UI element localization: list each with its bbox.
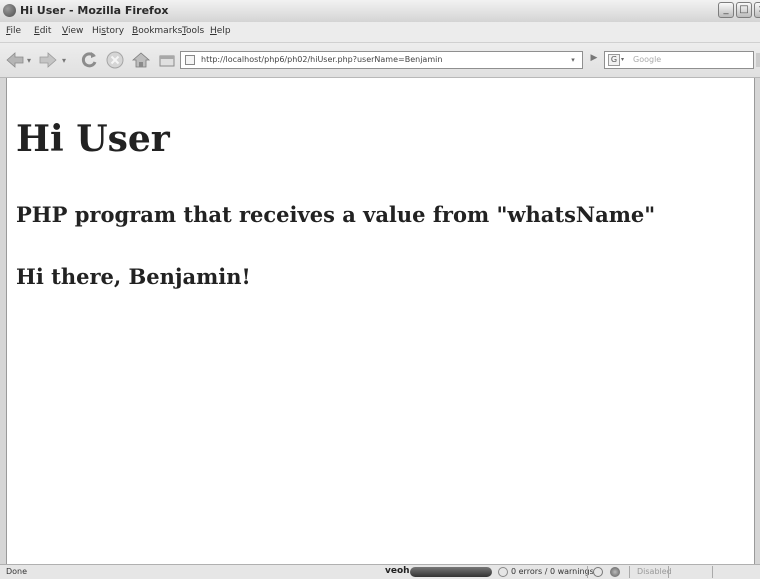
status-separator: [712, 566, 713, 578]
error-console-icon[interactable]: [498, 567, 508, 577]
menu-history[interactable]: History: [92, 26, 124, 36]
minimize-button[interactable]: _: [718, 2, 734, 18]
forward-history-dropdown-icon[interactable]: ▾: [62, 56, 66, 65]
menu-edit[interactable]: Edit: [34, 26, 51, 36]
close-button[interactable]: ×: [754, 2, 760, 18]
reload-button[interactable]: [79, 50, 99, 70]
status-bar: Done veoh 0 errors / 0 warnings Disabled: [0, 564, 760, 579]
menu-file[interactable]: File: [6, 26, 21, 36]
google-engine-icon[interactable]: G: [608, 54, 620, 66]
navigation-toolbar: ▾ ▾ http://localhost/php6/ph02/hiUser.ph…: [0, 43, 760, 78]
window-frame-right: [754, 78, 760, 564]
go-button[interactable]: ▶: [587, 53, 601, 67]
new-tab-icon: [159, 55, 175, 67]
status-separator: [668, 566, 669, 578]
status-addon-icon[interactable]: [593, 567, 603, 577]
veoh-toolbar-widget[interactable]: [410, 567, 492, 577]
forward-button[interactable]: [38, 51, 58, 69]
disabled-status-label[interactable]: Disabled: [637, 567, 672, 576]
menu-help[interactable]: Help: [210, 26, 231, 36]
stop-icon: [106, 51, 124, 69]
page-favicon-icon: [185, 55, 195, 65]
veoh-addon-label[interactable]: veoh: [385, 566, 410, 576]
status-separator: [587, 566, 588, 578]
menu-tools[interactable]: Tools: [182, 26, 204, 36]
home-icon: [131, 52, 151, 68]
title-bar[interactable]: Hi User - Mozilla Firefox _ □ ×: [0, 0, 760, 23]
home-button[interactable]: [131, 50, 151, 70]
url-history-dropdown-icon[interactable]: ▾: [567, 54, 579, 66]
firefox-icon: [3, 4, 16, 17]
reload-icon: [81, 52, 97, 68]
back-arrow-icon: [6, 52, 24, 68]
status-separator: [629, 566, 630, 578]
browser-window: Hi User - Mozilla Firefox _ □ × File Edi…: [0, 0, 760, 579]
menu-bookmarks[interactable]: Bookmarks: [132, 26, 182, 36]
back-button[interactable]: [5, 51, 25, 69]
menu-view[interactable]: View: [62, 26, 83, 36]
greeting-message: Hi there, Benjamin!: [16, 264, 251, 289]
menu-bar: File Edit View History Bookmarks Tools H…: [0, 22, 760, 43]
back-history-dropdown-icon[interactable]: ▾: [27, 56, 31, 65]
window-title: Hi User - Mozilla Firefox: [20, 4, 169, 17]
search-engine-dropdown-icon[interactable]: ▾: [621, 56, 624, 63]
search-bar[interactable]: G ▾ Google: [604, 51, 754, 69]
new-tab-button[interactable]: [157, 50, 177, 70]
page-description: PHP program that receives a value from "…: [16, 202, 656, 227]
search-input[interactable]: Google: [633, 55, 661, 64]
page-content: Hi User PHP program that receives a valu…: [7, 78, 753, 564]
forward-arrow-icon: [39, 52, 57, 68]
window-frame-left: [0, 78, 7, 564]
errors-warnings-text[interactable]: 0 errors / 0 warnings: [511, 567, 594, 576]
address-bar[interactable]: http://localhost/php6/ph02/hiUser.php?us…: [180, 51, 583, 69]
search-button[interactable]: [756, 53, 760, 67]
page-heading: Hi User: [16, 118, 170, 160]
stop-button[interactable]: [105, 50, 125, 70]
status-text: Done: [6, 567, 28, 576]
address-bar-url[interactable]: http://localhost/php6/ph02/hiUser.php?us…: [201, 55, 442, 64]
status-gear-icon[interactable]: [610, 567, 620, 577]
maximize-button[interactable]: □: [736, 2, 752, 18]
